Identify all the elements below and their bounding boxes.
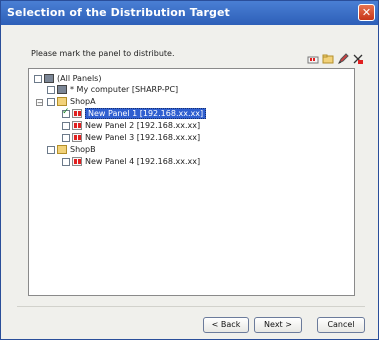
panel-icon xyxy=(72,133,82,142)
tree-item-shopb[interactable]: ShopB xyxy=(47,144,96,155)
add-folder-icon[interactable] xyxy=(322,50,334,64)
title-bar: Selection of the Distribution Target ✕ xyxy=(1,1,378,25)
checkbox[interactable] xyxy=(62,157,70,166)
edit-icon[interactable] xyxy=(337,50,349,65)
panel-icon xyxy=(72,109,82,118)
checkbox[interactable] xyxy=(62,107,70,118)
tree-item-label: New Panel 1 [192.168.xx.xx] xyxy=(85,108,207,119)
tree-item-new-panel-4[interactable]: New Panel 4 [192.168.xx.xx] xyxy=(62,156,200,167)
all-panels-icon xyxy=(44,74,54,83)
checkbox[interactable] xyxy=(62,121,70,130)
next-button[interactable]: Next > xyxy=(254,317,302,333)
tree-item-label: * My computer [SHARP-PC] xyxy=(70,85,179,94)
tree-item-label: New Panel 3 [192.168.xx.xx] xyxy=(85,133,201,142)
panel-icon xyxy=(72,121,82,130)
checkbox[interactable] xyxy=(47,145,55,154)
cancel-button[interactable]: Cancel xyxy=(317,317,365,333)
back-button[interactable]: < Back xyxy=(203,317,249,333)
checkbox[interactable] xyxy=(47,85,55,94)
dialog-window: Selection of the Distribution Target ✕ P… xyxy=(0,0,379,340)
instruction-text: Please mark the panel to distribute. xyxy=(31,49,175,58)
delete-icon[interactable] xyxy=(352,50,364,64)
add-panel-icon[interactable] xyxy=(307,50,319,64)
panel-icon xyxy=(72,157,82,166)
divider xyxy=(17,306,365,307)
panel-tree[interactable]: (All Panels) * My computer [SHARP-PC] − … xyxy=(28,68,355,296)
tree-item-label: New Panel 2 [192.168.xx.xx] xyxy=(85,121,201,130)
tree-item-new-panel-2[interactable]: New Panel 2 [192.168.xx.xx] xyxy=(62,120,200,131)
computer-icon xyxy=(57,85,67,94)
tree-item-label: ShopA xyxy=(70,97,96,106)
tree-item-new-panel-3[interactable]: New Panel 3 [192.168.xx.xx] xyxy=(62,132,200,143)
tree-item-label: ShopB xyxy=(70,145,96,154)
checkbox[interactable] xyxy=(34,74,42,83)
tree-item-all-panels[interactable]: (All Panels) xyxy=(34,73,101,84)
tree-item-my-computer[interactable]: * My computer [SHARP-PC] xyxy=(47,84,178,95)
collapse-icon[interactable]: − xyxy=(36,99,43,107)
tree-item-new-panel-1[interactable]: New Panel 1 [192.168.xx.xx] xyxy=(62,107,207,119)
checkbox[interactable] xyxy=(62,133,70,142)
tree-item-label: New Panel 4 [192.168.xx.xx] xyxy=(85,157,201,166)
folder-icon xyxy=(57,145,67,154)
tree-item-label: (All Panels) xyxy=(57,74,102,83)
checkbox[interactable] xyxy=(47,97,55,106)
tree-toolbar xyxy=(307,50,365,65)
folder-icon xyxy=(57,97,67,106)
window-title: Selection of the Distribution Target xyxy=(7,6,230,19)
tree-item-shopa[interactable]: ShopA xyxy=(47,96,96,107)
close-icon[interactable]: ✕ xyxy=(358,4,375,21)
